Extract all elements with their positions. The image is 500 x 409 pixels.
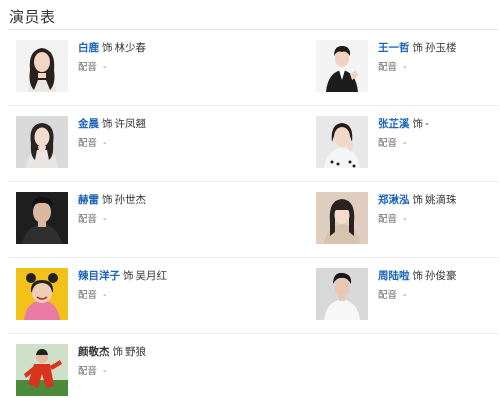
role-separator: 饰 [112,346,124,358]
actor-name-link[interactable]: 王一哲 [378,42,410,54]
role-name: 野狼 [125,346,146,358]
cast-card: 金晨饰许凤翘 配音 - [8,106,253,181]
dub-value: - [103,214,107,225]
dub-line: 配音 - [378,61,457,75]
role-separator: 饰 [102,42,113,54]
cast-card: 张芷溪饰 - 配音 - [253,106,498,181]
man-dark-suit-photo-icon[interactable] [316,40,368,92]
dub-label: 配音 [378,62,398,73]
dub-value: - [103,290,107,301]
role-separator: 饰 [412,118,424,130]
cast-row: 赫雷饰孙世杰 配音 - 郑湫泓饰姚滴珠 配音 - [8,182,498,258]
dub-value: - [403,62,407,73]
dub-line: 配音 - [78,289,167,303]
woman-hair-buns-photo-icon[interactable] [16,268,68,320]
actor-name-link[interactable]: 郑湫泓 [378,194,410,206]
actor-name-link[interactable]: 周陆啦 [378,270,410,282]
dub-line: 配音 - [378,213,457,227]
role-name: 吴月红 [135,270,168,282]
cast-card: 郑湫泓饰姚滴珠 配音 - [253,182,498,257]
role-name: 姚滴珠 [425,194,457,206]
cast-card: 周陆啦饰孙俊豪 配音 - [253,258,498,333]
cast-info: 颜敬杰饰野狼 配音 - [78,345,146,379]
role-name: 林少春 [114,42,147,54]
cast-card: 辣目洋子饰吴月红 配音 - [8,258,253,333]
cast-info: 张芷溪饰 - 配音 - [378,117,429,151]
cast-row: 白鹿饰林少春 配音 - 王一哲饰孙玉楼 配音 - [8,30,498,106]
actor-name-link[interactable]: 辣目洋子 [78,270,120,282]
role-name: 孙俊豪 [425,270,457,282]
dub-label: 配音 [78,214,98,225]
cast-info: 辣目洋子饰吴月红 配音 - [78,269,167,303]
woman-hand-on-face-photo-icon[interactable] [316,116,368,168]
actor-name: 颜敬杰 [78,346,110,358]
dub-label: 配音 [378,290,398,301]
man-dark-jacket-photo-icon[interactable] [16,192,68,244]
role-separator: 饰 [123,270,134,282]
dub-value: - [103,138,107,149]
dub-line: 配音 - [78,213,146,227]
dub-line: 配音 - [378,289,457,303]
actor-name-link[interactable]: 赫雷 [78,194,99,206]
woman-dark-hair-photo-icon[interactable] [16,116,68,168]
role-name: - [425,118,429,130]
cast-info: 郑湫泓饰姚滴珠 配音 - [378,193,457,227]
dub-value: - [403,214,407,225]
cast-info: 白鹿饰林少春 配音 - [78,41,146,75]
cast-card: 颜敬杰饰野狼 配音 - [8,334,253,409]
cast-info: 金晨饰许凤翘 配音 - [78,117,146,151]
dub-label: 配音 [78,366,98,377]
cast-info: 王一哲饰孙玉楼 配音 - [378,41,457,75]
role-separator: 饰 [412,270,424,282]
dub-label: 配音 [78,138,98,149]
dub-value: - [403,290,407,301]
man-white-shirt-photo-icon[interactable] [316,268,368,320]
cast-row: 金晨饰许凤翘 配音 - 张芷溪饰 - 配音 - [8,106,498,182]
dub-value: - [403,138,407,149]
dub-line: 配音 - [78,61,146,75]
cast-card: 王一哲饰孙玉楼 配音 - [253,30,498,105]
dub-line: 配音 - [78,365,146,379]
dub-label: 配音 [78,62,98,73]
role-separator: 饰 [102,194,113,206]
cast-info: 赫雷饰孙世杰 配音 - [78,193,146,227]
man-red-outfit-photo-icon[interactable] [16,344,68,396]
role-separator: 饰 [412,42,424,54]
role-separator: 饰 [102,118,113,130]
section-title: 演员表 [9,8,56,26]
dub-label: 配音 [378,214,398,225]
cast-info: 周陆啦饰孙俊豪 配音 - [378,269,457,303]
dub-label: 配音 [78,290,98,301]
dub-value: - [103,366,107,377]
cast-row: 颜敬杰饰野狼 配音 - [8,334,498,409]
role-name: 许凤翘 [114,118,147,130]
role-separator: 饰 [412,194,424,206]
dub-line: 配音 - [78,137,146,151]
dub-line: 配音 - [378,137,429,151]
actor-name-link[interactable]: 金晨 [78,118,99,130]
cast-list: 白鹿饰林少春 配音 - 王一哲饰孙玉楼 配音 - 金晨 饰 许凤翘 配音 - 张… [8,30,498,409]
cast-card: 白鹿饰林少春 配音 - [8,30,253,105]
cast-card: 赫雷饰孙世杰 配音 - [8,182,253,257]
woman-long-hair-photo-icon[interactable] [16,40,68,92]
role-name: 孙世杰 [114,194,147,206]
cast-row: 辣目洋子饰吴月红 配音 - 周陆啦饰孙俊豪 配音 - [8,258,498,334]
actor-name-link[interactable]: 白鹿 [78,42,99,54]
actor-name-link[interactable]: 张芷溪 [378,118,410,130]
dub-value: - [103,62,107,73]
dub-label: 配音 [378,138,398,149]
role-name: 孙玉楼 [425,42,457,54]
woman-bangs-photo-icon[interactable] [316,192,368,244]
